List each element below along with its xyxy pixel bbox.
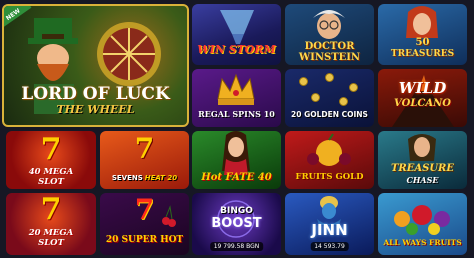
coin-icon [325, 73, 334, 82]
game-tile-wild-volcano[interactable]: WILD VOLCANO [378, 69, 467, 127]
game-title: ALL WAYS FRUITS [383, 238, 462, 247]
game-subtitle: CHASE [406, 175, 439, 185]
game-title: BINGO [220, 206, 253, 216]
game-tile-jinn[interactable]: JINN 14 593.79 [285, 193, 374, 255]
game-subtitle: SLOT [38, 238, 64, 248]
jackpot-amount: 19 799.58 BGN [209, 242, 264, 251]
game-tile-50-treasures[interactable]: 50 TREASURES [378, 4, 467, 65]
game-tile-lord-of-luck[interactable]: NEW LORD OF LUCK THE WHEEL [2, 4, 189, 127]
coin-icon [339, 97, 348, 106]
game-subtitle: TREASURES [390, 49, 455, 59]
game-tile-sevens-heat[interactable]: 7 SEVENS HEAT 20 [100, 131, 189, 189]
game-title: REGAL SPINS 10 [198, 109, 275, 119]
game-tile-40-mega-slot[interactable]: 7 40 MEGA SLOT [6, 131, 96, 189]
game-title: 40 MEGA [28, 167, 74, 177]
game-title: Hot FATE 40 [201, 172, 272, 183]
coin-icon [311, 93, 320, 102]
game-tile-fruits-gold[interactable]: FRUITS GOLD [285, 131, 374, 189]
game-title: DOCTOR [304, 41, 355, 52]
game-tile-20-mega-slot[interactable]: 7 20 MEGA SLOT [6, 193, 96, 255]
game-tile-20-golden-coins[interactable]: 20 GOLDEN COINS [285, 69, 374, 127]
cherry-icon [162, 205, 176, 227]
game-subtitle: SLOT [38, 177, 64, 187]
seven-icon: 7 [40, 132, 62, 167]
game-tile-bingo-boost[interactable]: BINGO BOOST 19 799.58 BGN [192, 193, 281, 255]
game-title: TREASURE [390, 163, 454, 174]
game-title: SEVENS [111, 174, 143, 182]
game-title: 50 [415, 37, 430, 48]
game-subtitle: VOLCANO [394, 98, 451, 109]
game-tile-all-ways-fruits[interactable]: ALL WAYS FRUITS [378, 193, 467, 255]
game-tile-20-super-hot[interactable]: 7 20 SUPER HOT [100, 193, 189, 255]
game-title: LORD OF LUCK [21, 84, 170, 104]
game-subtitle: BOOST [211, 216, 262, 231]
game-subtitle: HEAT 20 [144, 174, 178, 182]
coin-icon [299, 77, 308, 86]
game-title: WILD [398, 79, 447, 97]
game-title: FRUITS GOLD [295, 172, 364, 182]
game-tile-regal-spins[interactable]: REGAL SPINS 10 [192, 69, 281, 127]
game-title: 20 MEGA [28, 228, 74, 238]
seven-icon: 7 [40, 193, 62, 227]
game-subtitle: WINSTEIN [298, 52, 361, 63]
game-title: 20 GOLDEN COINS [291, 110, 368, 119]
game-tile-treasure-chase[interactable]: TREASURE CHASE [378, 131, 467, 189]
game-tile-doctor-winstein[interactable]: DOCTOR WINSTEIN [285, 4, 374, 65]
game-tile-hot-fate[interactable]: Hot FATE 40 [192, 131, 281, 189]
coin-icon [349, 83, 358, 92]
game-title: 20 SUPER HOT [105, 235, 184, 245]
game-tile-win-storm[interactable]: WIN STORM [192, 4, 281, 65]
game-subtitle: THE WHEEL [56, 103, 135, 116]
seven-icon: 7 [134, 132, 155, 165]
jackpot-amount: 14 593.79 [310, 242, 349, 251]
game-title: JINN [311, 221, 348, 239]
game-title: WIN STORM [197, 43, 276, 56]
